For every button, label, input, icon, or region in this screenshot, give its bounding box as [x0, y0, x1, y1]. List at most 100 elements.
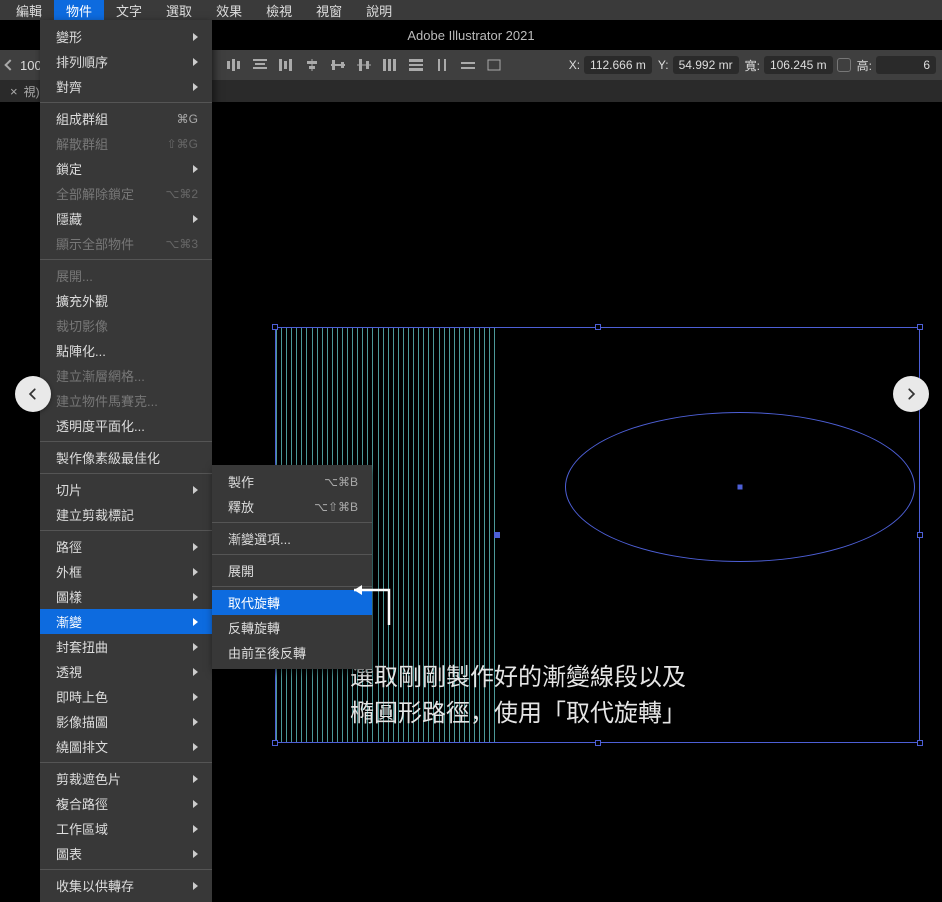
menu-item-label: 由前至後反轉 — [228, 643, 306, 662]
menu-item[interactable]: 隱藏 — [40, 206, 212, 231]
menu-separator — [40, 102, 212, 103]
h-value[interactable]: 6 — [876, 56, 936, 74]
w-value[interactable]: 106.245 m — [764, 56, 833, 74]
tab-label[interactable]: 視) — [24, 83, 40, 100]
align-icon[interactable] — [330, 58, 346, 72]
menubar: 編輯物件文字選取效果檢視視窗說明 — [0, 0, 942, 20]
menubar-item[interactable]: 文字 — [104, 0, 154, 22]
menu-item-label: 漸變 — [56, 612, 82, 631]
menu-item[interactable]: 外框 — [40, 559, 212, 584]
align-icon[interactable] — [356, 58, 372, 72]
menu-item-label: 複合路徑 — [56, 794, 108, 813]
menubar-item[interactable]: 視窗 — [304, 0, 354, 22]
menu-shortcut: ⌥⇧⌘B — [314, 500, 358, 514]
menu-item: 解散群組⇧⌘G — [40, 131, 212, 156]
menu-item[interactable]: 釋放 ⌥⇧⌘B — [212, 494, 372, 519]
menu-item-label: 釋放 — [228, 497, 254, 516]
selection-handle[interactable] — [272, 740, 278, 746]
menu-item-label: 組成群組 — [56, 109, 108, 128]
menu-item[interactable]: 漸變選項... — [212, 526, 372, 551]
menubar-item[interactable]: 編輯 — [4, 0, 54, 22]
menu-item[interactable]: 製作像素級最佳化 — [40, 445, 212, 470]
selection-handle[interactable] — [272, 324, 278, 330]
menu-item-label: 外框 — [56, 562, 82, 581]
submenu-arrow-icon — [193, 825, 198, 833]
align-icon[interactable] — [252, 58, 268, 72]
menu-item[interactable]: 收集以供轉存 — [40, 873, 212, 898]
menu-separator — [40, 530, 212, 531]
menu-item[interactable]: 路徑 — [40, 534, 212, 559]
menu-item[interactable]: 變形 — [40, 24, 212, 49]
align-icon[interactable] — [460, 58, 476, 72]
menu-item-label: 工作區域 — [56, 819, 108, 838]
menu-item[interactable]: 即時上色 — [40, 684, 212, 709]
menubar-item[interactable]: 檢視 — [254, 0, 304, 22]
menu-item[interactable]: 圖表 — [40, 841, 212, 866]
menu-item[interactable]: 建立剪裁標記 — [40, 502, 212, 527]
carousel-prev-button[interactable] — [15, 376, 51, 412]
selection-handle[interactable] — [595, 740, 601, 746]
menu-item-label: 建立物件馬賽克... — [56, 391, 158, 410]
submenu-arrow-icon — [193, 775, 198, 783]
selection-handle[interactable] — [917, 324, 923, 330]
y-value[interactable]: 54.992 mr — [673, 56, 739, 74]
menu-item-label: 透明度平面化... — [56, 416, 145, 435]
align-icon[interactable] — [382, 58, 398, 72]
align-icon[interactable] — [304, 58, 320, 72]
tutorial-caption: 選取剛剛製作好的漸變線段以及 橢圓形路徑，使用「取代旋轉」 — [350, 660, 686, 732]
selection-handle[interactable] — [595, 324, 601, 330]
menu-item[interactable]: 切片 — [40, 477, 212, 502]
align-icon[interactable] — [408, 58, 424, 72]
menu-item[interactable]: 透視 — [40, 659, 212, 684]
align-icon[interactable] — [226, 58, 242, 72]
menu-item-label: 建立剪裁標記 — [56, 505, 134, 524]
menu-item-label: 裁切影像 — [56, 316, 108, 335]
menubar-item[interactable]: 效果 — [204, 0, 254, 22]
menu-item-label: 顯示全部物件 — [56, 234, 134, 253]
menu-item-label: 繞圖排文 — [56, 737, 108, 756]
transform-icon[interactable] — [486, 58, 502, 72]
menu-item-label: 封套扭曲 — [56, 637, 108, 656]
menu-item[interactable]: 由前至後反轉 — [212, 640, 372, 665]
caption-line: 橢圓形路徑，使用「取代旋轉」 — [350, 696, 686, 732]
menubar-item[interactable]: 選取 — [154, 0, 204, 22]
align-icon[interactable] — [278, 58, 294, 72]
menu-item-label: 排列順序 — [56, 52, 108, 71]
zoom-value[interactable]: 100 — [20, 58, 42, 73]
submenu-arrow-icon — [193, 83, 198, 91]
back-arrow-icon[interactable] — [4, 59, 15, 70]
menu-item-label: 建立漸層網格... — [56, 366, 145, 385]
menu-item[interactable]: 製作⌥⌘B — [212, 469, 372, 494]
menubar-item[interactable]: 說明 — [354, 0, 404, 22]
menu-item[interactable]: 對齊 — [40, 74, 212, 99]
menu-item[interactable]: 封套扭曲 — [40, 634, 212, 659]
menu-item[interactable]: 複合路徑 — [40, 791, 212, 816]
menu-item[interactable]: 漸變 — [40, 609, 212, 634]
menu-item-label: 圖樣 — [56, 587, 82, 606]
height-field: 高: 6 — [857, 56, 936, 74]
x-value[interactable]: 112.666 m — [584, 56, 652, 74]
menu-item[interactable]: 排列順序 — [40, 49, 212, 74]
link-wh-icon[interactable] — [837, 58, 851, 72]
menu-item-label: 收集以供轉存 — [56, 876, 134, 895]
menu-item[interactable]: 組成群組⌘G — [40, 106, 212, 131]
menu-item[interactable]: 工作區域 — [40, 816, 212, 841]
menu-item[interactable]: 擴充外觀 — [40, 288, 212, 313]
selection-divider-handle[interactable] — [494, 532, 500, 538]
menu-item[interactable]: 鎖定 — [40, 156, 212, 181]
selection-handle[interactable] — [917, 740, 923, 746]
submenu-arrow-icon — [193, 165, 198, 173]
menubar-item[interactable]: 物件 — [54, 0, 104, 22]
align-icon[interactable] — [434, 58, 450, 72]
carousel-next-button[interactable] — [893, 376, 929, 412]
menu-item[interactable]: 透明度平面化... — [40, 413, 212, 438]
menu-item[interactable]: 繞圖排文 — [40, 734, 212, 759]
menu-item[interactable]: 點陣化... — [40, 338, 212, 363]
tab-close-icon[interactable]: × — [10, 84, 18, 99]
menu-separator — [40, 869, 212, 870]
menu-item[interactable]: 圖樣 — [40, 584, 212, 609]
selection-handle[interactable] — [917, 532, 923, 538]
menu-item[interactable]: 影像描圖 — [40, 709, 212, 734]
menu-separator — [40, 259, 212, 260]
menu-item[interactable]: 剪裁遮色片 — [40, 766, 212, 791]
